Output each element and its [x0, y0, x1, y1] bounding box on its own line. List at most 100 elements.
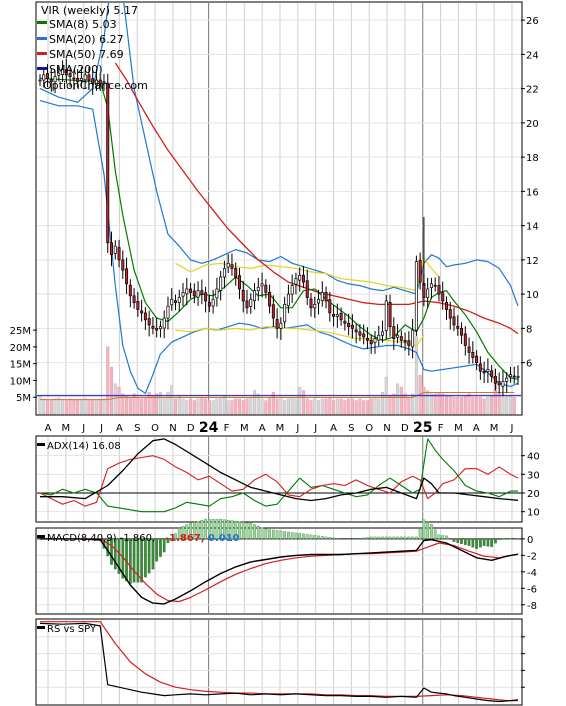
y-tick-label: 18 — [526, 153, 539, 164]
x-tick-label: J — [295, 423, 299, 434]
candle-body — [162, 317, 166, 329]
volume-tick-label: 5M — [16, 393, 31, 404]
macd-histogram-bar — [418, 528, 422, 540]
volume-bar — [456, 396, 460, 415]
volume-bar — [433, 393, 437, 415]
volume-bar — [347, 398, 351, 415]
candle-body — [512, 375, 516, 378]
macd-histogram-bar — [399, 536, 403, 540]
volume-bar — [320, 398, 324, 415]
adx-tick-label: 30 — [527, 470, 540, 481]
candle-body — [339, 312, 343, 321]
candle-body — [347, 322, 351, 328]
x-tick-label: D — [401, 423, 409, 434]
volume-bar — [241, 400, 245, 415]
volume-bar — [256, 393, 260, 415]
volume-bar — [422, 386, 426, 415]
volume-bar — [173, 398, 178, 415]
volume-bar — [234, 398, 238, 415]
macd-histogram-bar — [437, 534, 441, 540]
watermark: OptionChance.com — [43, 79, 148, 92]
volume-bar — [426, 390, 430, 415]
macd-histogram-bar — [396, 536, 399, 540]
candle-body — [185, 288, 189, 295]
macd-histogram-bar — [467, 538, 471, 546]
candle-body — [286, 293, 290, 307]
volume-bar — [463, 395, 467, 415]
candle-body — [377, 334, 381, 341]
volume-bar — [286, 398, 290, 415]
volume-bar — [444, 395, 449, 415]
candle-body — [365, 337, 369, 341]
volume-bar — [313, 398, 317, 415]
x-tick-label: M — [490, 423, 499, 434]
candle-body — [264, 284, 268, 293]
x-tick-label: 24 — [199, 420, 219, 436]
volume-bar — [91, 399, 95, 415]
macd-histogram-bar — [268, 529, 271, 540]
volume-bar — [501, 396, 505, 415]
volume-bar — [301, 390, 306, 415]
candle-body — [317, 298, 321, 304]
volume-bar — [365, 400, 369, 415]
volume-tick-label: 25M — [10, 326, 31, 337]
candle-body — [418, 259, 422, 283]
volume-bar — [298, 386, 302, 415]
volume-bar — [155, 393, 159, 415]
volume-bar — [482, 398, 486, 415]
candle-body — [497, 381, 501, 386]
volume-bar — [407, 396, 411, 415]
macd-histogram-bar — [426, 521, 430, 540]
volume-bar — [505, 395, 509, 415]
candle-body — [117, 247, 121, 261]
candle-body — [132, 295, 136, 304]
macd-histogram-bar — [144, 538, 147, 578]
macd-tick-label: 0 — [527, 535, 533, 546]
macd-histogram-bar — [445, 535, 448, 540]
legend-sma200: SMA(200) — [49, 63, 103, 76]
macd-histogram-bar — [279, 530, 283, 540]
candle-body — [508, 374, 512, 378]
volume-bar — [392, 393, 396, 415]
macd-histogram-bar — [373, 536, 377, 540]
volume-bar — [64, 399, 68, 415]
candle-body — [422, 283, 426, 298]
volume-bar — [219, 396, 223, 415]
macd-legend: MACD(8,40,9) -1.860, -1.867, 0.010 — [37, 533, 240, 544]
volume-bar — [478, 396, 482, 415]
candle-body — [38, 79, 42, 82]
volume-bar — [324, 398, 328, 415]
volume-bar — [61, 398, 65, 415]
x-tick-label: J — [313, 423, 317, 434]
legend-sma8: SMA(8) 5.03 — [49, 18, 117, 31]
candle-body — [414, 261, 418, 331]
volume-bar — [309, 400, 313, 415]
candle-body — [204, 292, 208, 302]
macd-histogram-bar — [369, 536, 373, 540]
x-tick-label: M — [62, 423, 71, 434]
volume-bar — [249, 396, 253, 415]
macd-histogram-bar — [422, 519, 426, 540]
volume-bar — [121, 393, 125, 415]
candle-body — [211, 298, 215, 307]
candle-body — [113, 245, 117, 254]
candle-body — [260, 283, 264, 287]
candle-body — [362, 333, 366, 338]
volume-bar — [94, 399, 98, 415]
macd-histogram-bar — [479, 538, 482, 548]
macd-histogram-bar — [302, 533, 305, 540]
candle-body — [328, 299, 332, 314]
y-tick-label: 20 — [526, 119, 539, 130]
x-tick-label: M — [240, 423, 249, 434]
candle-body — [155, 328, 159, 331]
volume-bar — [192, 400, 196, 415]
x-tick-label: O — [365, 423, 373, 434]
macd-histogram-bar — [256, 525, 260, 540]
macd-histogram-bar — [241, 521, 245, 540]
candle-body — [294, 278, 298, 285]
macd-label: MACD(8,40,9) -1.860, — [47, 533, 155, 544]
adx-legend-swatch — [37, 443, 45, 446]
candle-body — [501, 381, 505, 387]
volume-bar — [275, 398, 279, 415]
candle-body — [444, 301, 448, 310]
